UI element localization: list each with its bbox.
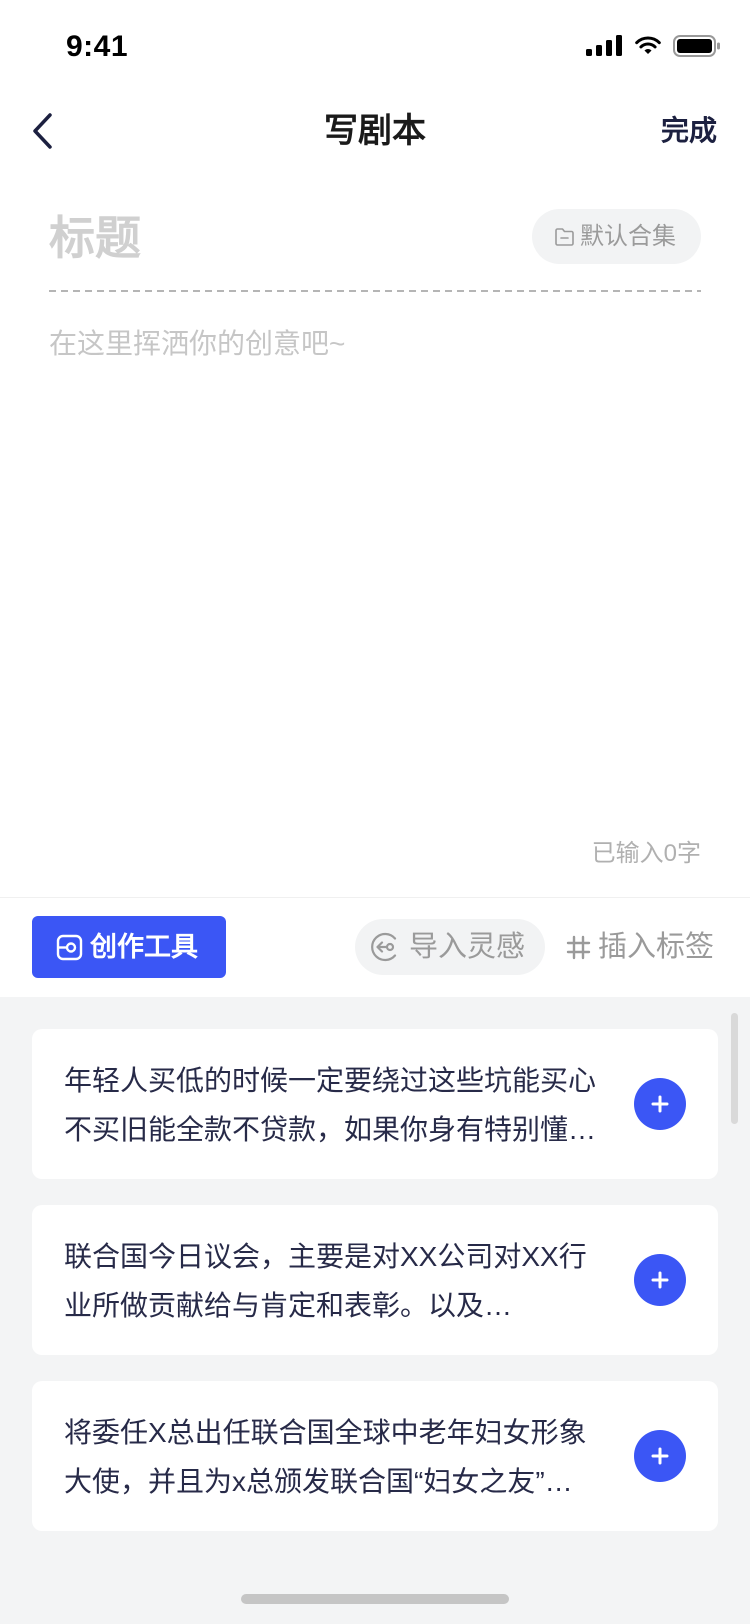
inspiration-text: 联合国今日议会，主要是对XX公司对XX行 业所做贡献给与肯定和表彰。以及…: [64, 1232, 630, 1330]
insert-tag-label: 插入标签: [598, 931, 715, 963]
creation-tools-label: 创作工具: [90, 932, 198, 962]
import-icon: [371, 932, 397, 962]
hash-icon: [566, 935, 591, 959]
add-inspiration-button[interactable]: [634, 1078, 686, 1130]
signal-icon: [586, 35, 622, 56]
status-time: 9:41: [66, 30, 129, 63]
home-indicator[interactable]: [241, 1594, 509, 1604]
tool-icon: [56, 934, 83, 960]
inspiration-text-line: 年轻人买低的时候一定要绕过这些坑能买心: [64, 1065, 597, 1096]
folder-icon: [555, 228, 574, 246]
title-divider: [49, 290, 701, 292]
inspiration-list: 年轻人买低的时候一定要绕过这些坑能买心 不买旧能全款不贷款，如果你身有特别懂… …: [0, 1029, 750, 1531]
back-button[interactable]: [22, 108, 62, 154]
plus-icon: [651, 1271, 669, 1289]
done-button[interactable]: 完成: [661, 111, 717, 151]
inspiration-card[interactable]: 联合国今日议会，主要是对XX公司对XX行 业所做贡献给与肯定和表彰。以及…: [32, 1205, 718, 1355]
inspiration-panel: 年轻人买低的时候一定要绕过这些坑能买心 不买旧能全款不贷款，如果你身有特别懂… …: [0, 997, 750, 1624]
inspiration-text-line: 联合国今日议会，主要是对XX公司对XX行: [64, 1241, 587, 1272]
collection-label: 默认合集: [580, 222, 676, 250]
inspiration-text: 年轻人买低的时候一定要绕过这些坑能买心 不买旧能全款不贷款，如果你身有特别懂…: [64, 1056, 630, 1154]
inspiration-text-line: 大使，并且为x总颁发联合国“妇女之友”…: [64, 1466, 573, 1497]
inspiration-card[interactable]: 年轻人买低的时候一定要绕过这些坑能买心 不买旧能全款不贷款，如果你身有特别懂…: [32, 1029, 718, 1179]
scrollbar[interactable]: [731, 1013, 738, 1124]
inspiration-text-line: 不买旧能全款不贷款，如果你身有特别懂…: [64, 1114, 597, 1145]
word-count: 已输入0字: [591, 840, 701, 867]
collection-selector[interactable]: 默认合集: [532, 209, 701, 264]
inspiration-text-line: 将委任X总出任联合国全球中老年妇女形象: [64, 1417, 587, 1448]
toolbar-divider: [0, 897, 750, 898]
inspiration-text-line: 业所做贡献给与肯定和表彰。以及…: [64, 1290, 513, 1321]
wifi-icon: [635, 36, 661, 54]
plus-icon: [651, 1095, 669, 1113]
chevron-left-icon: [33, 113, 52, 149]
page-title: 写剧本: [324, 112, 426, 150]
content-textarea[interactable]: [49, 322, 701, 792]
inspiration-text: 将委任X总出任联合国全球中老年妇女形象 大使，并且为x总颁发联合国“妇女之友”…: [64, 1408, 630, 1506]
insert-tag-button[interactable]: 插入标签: [566, 919, 714, 975]
creation-tools-button[interactable]: 创作工具: [32, 916, 226, 978]
add-inspiration-button[interactable]: [634, 1254, 686, 1306]
battery-icon: [673, 35, 720, 57]
plus-icon: [651, 1447, 669, 1465]
inspiration-card[interactable]: 将委任X总出任联合国全球中老年妇女形象 大使，并且为x总颁发联合国“妇女之友”…: [32, 1381, 718, 1531]
write-script-screen: 9:41 写剧本 完成 默认合集 已输入0字: [0, 0, 750, 1624]
add-inspiration-button[interactable]: [634, 1430, 686, 1482]
import-inspiration-label: 导入灵感: [409, 931, 526, 963]
title-input[interactable]: [49, 208, 509, 268]
import-inspiration-button[interactable]: 导入灵感: [355, 919, 545, 975]
